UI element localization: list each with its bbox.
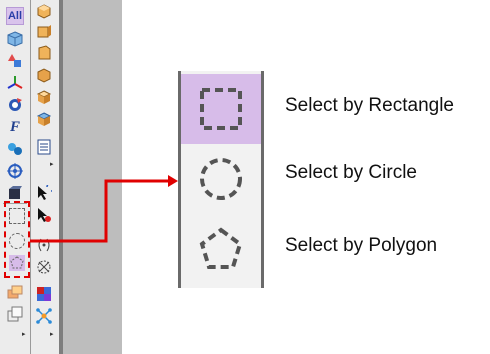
zoomed-selection-tools xyxy=(178,71,264,288)
iso-view-icon[interactable] xyxy=(35,110,53,128)
color-grid-icon[interactable] xyxy=(35,285,53,303)
font-button[interactable]: F xyxy=(6,118,24,136)
select-paren-icon[interactable] xyxy=(35,236,53,254)
circle-select-icon xyxy=(200,158,242,200)
spheres-icon[interactable] xyxy=(6,140,24,158)
expand-chevron-icon[interactable]: ▸ xyxy=(50,160,54,168)
select-circle-button[interactable] xyxy=(181,144,261,214)
left-view-icon[interactable] xyxy=(35,44,53,62)
expand-chevron-icon[interactable]: ▸ xyxy=(50,330,54,338)
polygon-select-icon xyxy=(199,227,243,269)
target-icon[interactable] xyxy=(6,162,24,180)
expand-chevron-icon[interactable]: ▸ xyxy=(22,330,26,338)
select-rectangle-label: Select by Rectangle xyxy=(285,95,454,116)
network-icon[interactable] xyxy=(35,307,53,325)
rectangle-select-icon xyxy=(200,88,242,130)
remove-selection-icon[interactable] xyxy=(35,206,53,224)
select-polygon-button[interactable] xyxy=(181,214,261,284)
toolbar-strip: All F ▸ ▸ ▸ xyxy=(0,0,122,354)
box-view-icon[interactable] xyxy=(35,2,53,20)
right-view-icon[interactable] xyxy=(35,66,53,84)
cube-icon[interactable] xyxy=(6,30,24,48)
highlight-callout-box xyxy=(4,201,30,278)
all-button-label: All xyxy=(7,9,23,22)
front-view-icon[interactable] xyxy=(35,22,53,40)
rotate-icon[interactable] xyxy=(6,96,24,114)
layers-icon[interactable] xyxy=(6,283,24,301)
pages-icon[interactable] xyxy=(6,305,24,323)
select-cross-icon[interactable] xyxy=(35,258,53,276)
pointer-icon[interactable] xyxy=(35,184,53,202)
select-circle-label: Select by Circle xyxy=(285,162,417,183)
font-button-label: F xyxy=(9,118,20,135)
shapes-icon[interactable] xyxy=(6,52,24,70)
document-icon[interactable] xyxy=(35,138,53,156)
box-icon[interactable] xyxy=(6,184,24,202)
select-rectangle-button[interactable] xyxy=(181,74,261,144)
toolbar-background xyxy=(63,0,122,354)
top-view-icon[interactable] xyxy=(35,88,53,106)
axes-icon[interactable] xyxy=(6,74,24,92)
select-polygon-label: Select by Polygon xyxy=(285,235,438,256)
all-button[interactable]: All xyxy=(6,7,24,25)
